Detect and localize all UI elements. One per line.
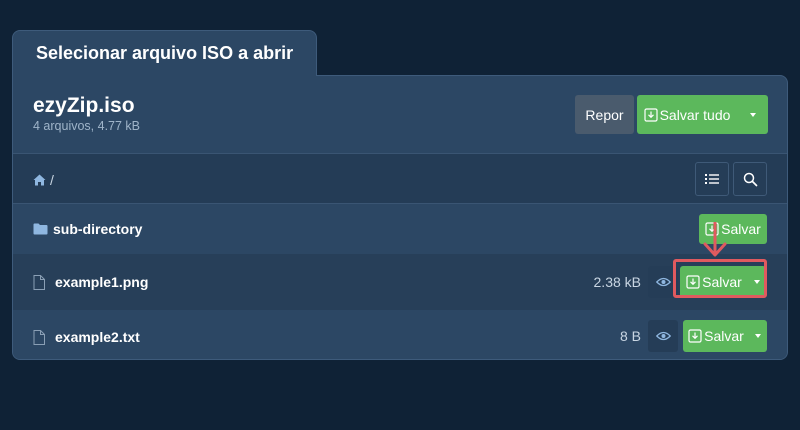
save-file-button[interactable]: Salvar <box>683 320 749 352</box>
list-item: example1.png 2.38 kB Salvar <box>13 254 787 310</box>
archive-name: ezyZip.iso <box>33 94 135 117</box>
save-all-label: Salvar tudo <box>659 106 731 123</box>
down-arrow-annotation <box>703 222 727 257</box>
file-name: example1.png <box>55 274 149 290</box>
breadcrumb: / <box>33 172 54 188</box>
breadcrumb-path[interactable]: / <box>50 172 54 188</box>
file-row-name[interactable]: example1.png <box>33 274 148 290</box>
caret-down-icon <box>749 112 756 117</box>
preview-button[interactable] <box>648 320 678 352</box>
save-file-split-button: Salvar <box>683 320 767 352</box>
file-name: example2.txt <box>55 329 140 345</box>
archive-header: ezyZip.iso 4 arquivos, 4.77 kB Repor Sal… <box>13 76 787 153</box>
eye-icon <box>655 277 671 287</box>
folder-name: sub-directory <box>53 221 143 237</box>
save-all-split-button: Salvar tudo <box>637 95 768 134</box>
save-label: Salvar <box>704 328 744 344</box>
path-toolbar: / <box>13 153 787 204</box>
search-button[interactable] <box>733 162 767 196</box>
file-size: 8 B <box>619 328 641 344</box>
reset-button[interactable]: Repor <box>575 95 634 134</box>
file-icon <box>33 274 45 290</box>
search-icon <box>743 172 757 186</box>
eye-icon <box>655 331 671 341</box>
file-row-name[interactable]: example2.txt <box>33 329 140 345</box>
list-item: sub-directory Salvar <box>13 204 787 254</box>
save-all-button[interactable]: Salvar tudo <box>637 95 737 134</box>
home-icon[interactable] <box>33 174 46 186</box>
list-icon <box>705 174 719 184</box>
list-item: example2.txt 8 B Salvar <box>13 310 787 359</box>
list-view-button[interactable] <box>695 162 729 196</box>
highlight-box <box>673 259 767 298</box>
download-icon <box>688 329 702 343</box>
archive-summary: 4 arquivos, 4.77 kB <box>33 119 141 133</box>
caret-down-icon <box>755 334 761 338</box>
file-icon <box>33 329 45 345</box>
folder-row-name[interactable]: sub-directory <box>33 221 142 237</box>
save-all-dropdown-toggle[interactable] <box>737 95 768 134</box>
save-file-dropdown-toggle[interactable] <box>749 320 767 352</box>
dialog-tab-title: Selecionar arquivo ISO a abrir <box>12 30 317 76</box>
archive-panel: ezyZip.iso 4 arquivos, 4.77 kB Repor Sal… <box>12 75 788 360</box>
download-icon <box>643 107 658 122</box>
folder-icon <box>33 223 48 235</box>
file-size: 2.38 kB <box>593 274 641 290</box>
